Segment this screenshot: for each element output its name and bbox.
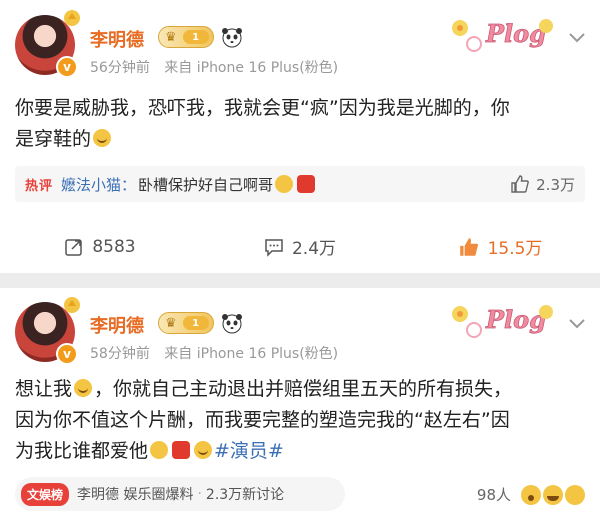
chevron-down-icon[interactable] <box>568 318 586 330</box>
comment-text: 卧槽保护好自己啊哥 <box>138 175 274 194</box>
grin-emoji-icon <box>194 441 213 459</box>
thumbs-up-filled-icon <box>459 237 478 256</box>
hot-comment-badge: 热评 <box>25 178 54 194</box>
smile-emoji-icon <box>565 484 585 505</box>
panda-icon <box>222 314 242 334</box>
laugh-emoji-icon <box>275 175 294 193</box>
avatar[interactable]: v <box>15 10 80 78</box>
vip-level: 1 <box>182 316 209 330</box>
action-bar: 8583 2.4万 15.5万 <box>0 234 600 259</box>
post-source: 来自 iPhone 16 Plus(粉色) <box>164 346 339 362</box>
repost-icon <box>65 238 83 256</box>
vip-badge[interactable]: ♛ 1 <box>158 312 214 334</box>
gift-emoji-icon <box>172 441 191 459</box>
comment-count: 2.4万 <box>291 239 337 259</box>
username[interactable]: 李明德 <box>90 26 144 52</box>
laugh-emoji-icon <box>543 484 563 505</box>
worried-emoji-icon <box>74 379 93 397</box>
post-time: 56分钟前 <box>90 60 150 76</box>
post-source: 来自 iPhone 16 Plus(粉色) <box>164 60 339 76</box>
topic-badge: 文娱榜 <box>21 482 70 506</box>
repost-button[interactable]: 8583 <box>0 234 200 259</box>
like-button[interactable]: 15.5万 <box>400 234 600 259</box>
thumbs-up-icon <box>511 175 530 193</box>
post-meta: 56分钟前 来自 iPhone 16 Plus(粉色) <box>90 57 348 77</box>
grin-emoji-icon <box>93 129 112 147</box>
plog-decoration-icon: Plog <box>452 19 553 52</box>
topic-category: 娱乐圈爆料 <box>123 487 194 503</box>
comment-like-button[interactable]: 2.3万 <box>510 174 575 195</box>
plog-text: Plog <box>485 305 546 334</box>
post-meta: 58分钟前 来自 iPhone 16 Plus(粉色) <box>90 343 348 363</box>
red-emoji-icon <box>297 175 316 193</box>
plog-text: Plog <box>485 19 546 48</box>
hashtag-link[interactable]: #演员# <box>214 440 284 462</box>
comment-like-count: 2.3万 <box>536 175 575 194</box>
vip-level: 1 <box>182 30 209 44</box>
verified-badge-icon: v <box>56 56 78 78</box>
reaction-count: 98人 <box>476 486 511 504</box>
crown-icon: ♛ <box>165 29 177 45</box>
post-card-1: v 李明德 ♛ 1 56分钟前 来自 iPhone 16 Plus(粉色) Pl… <box>0 0 600 273</box>
vip-badge[interactable]: ♛ 1 <box>158 26 214 48</box>
hot-comment[interactable]: 热评 嬷法小猫： 卧槽保护好自己啊哥 2.3万 <box>15 166 585 202</box>
chevron-down-icon[interactable] <box>568 32 586 44</box>
username[interactable]: 李明德 <box>90 312 144 338</box>
hug-emoji-icon <box>150 441 169 459</box>
panda-icon <box>222 28 242 48</box>
topic-discussion: 2.3万新讨论 <box>205 487 285 503</box>
post-time: 58分钟前 <box>90 346 150 362</box>
reactions[interactable]: 98人 <box>477 484 585 505</box>
shocked-emoji-icon <box>521 484 541 505</box>
like-count: 15.5万 <box>487 239 543 259</box>
commenter-name[interactable]: 嬷法小猫： <box>61 174 136 195</box>
comment-icon <box>265 238 283 257</box>
crown-icon: ♛ <box>165 315 177 331</box>
comment-button[interactable]: 2.4万 <box>200 234 400 259</box>
plog-decoration-icon: Plog <box>452 305 553 338</box>
post-card-2: v 李明德 ♛ 1 58分钟前 来自 iPhone 16 Plus(粉色) Pl… <box>0 288 600 530</box>
clap-icon <box>64 297 80 313</box>
avatar[interactable]: v <box>15 297 80 365</box>
verified-badge-icon: v <box>56 343 78 365</box>
clap-icon <box>64 10 80 26</box>
post-text: 你要是威胁我，恐吓我，我就会更“疯”因为我是光脚的，你 是穿鞋的 <box>15 97 510 150</box>
topic-name: 李明德 <box>77 487 120 503</box>
topic-pill[interactable]: 文娱榜 李明德 娱乐圈爆料 · 2.3万新讨论 <box>15 477 345 511</box>
repost-count: 8583 <box>92 236 136 257</box>
post-text: 想让我 ，你就自己主动退出并赔偿组里五天的所有损失， 因为你不值这个片酬，而我要完… <box>15 378 513 462</box>
